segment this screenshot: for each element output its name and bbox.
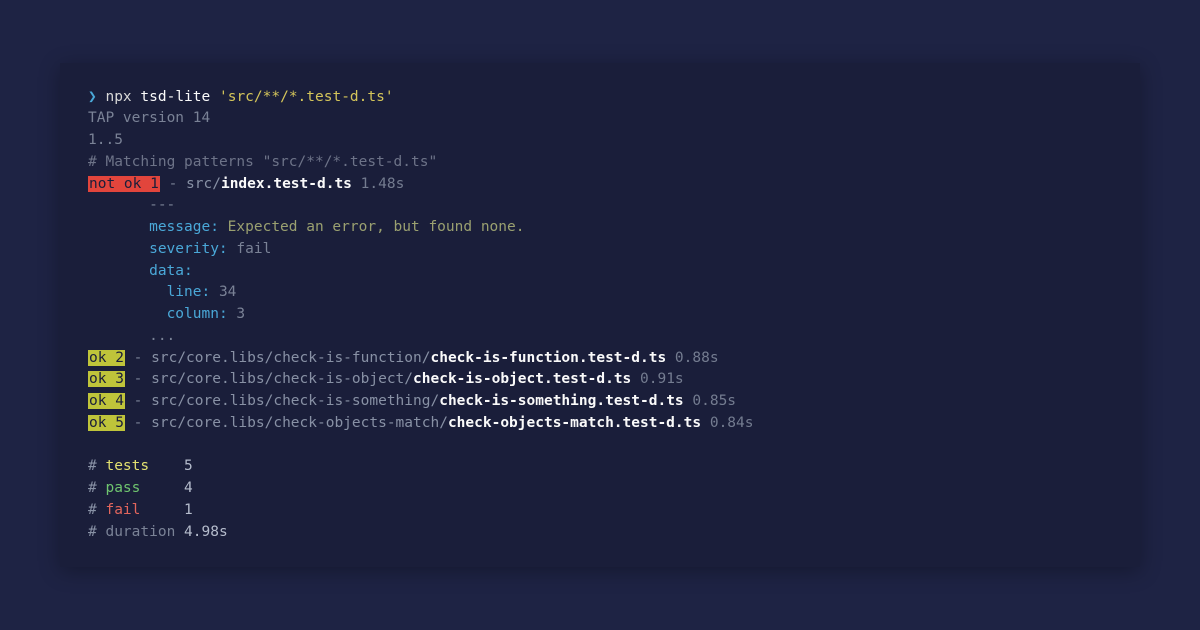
fail-value: 1 xyxy=(184,502,193,518)
yaml-dashes-bot: ... xyxy=(88,326,1112,348)
pass-result-line: ok 5 - src/core.libs/check-objects-match… xyxy=(88,413,1112,435)
fail-label: fail xyxy=(105,502,140,518)
ok-badge: ok 2 xyxy=(88,350,125,366)
cmd-bin: tsd-lite xyxy=(140,89,210,105)
prompt-char: ❯ xyxy=(88,89,97,105)
path-file: check-is-function.test-d.ts xyxy=(430,350,666,366)
summary-duration: # duration 4.98s xyxy=(88,522,1112,544)
timing: 1.48s xyxy=(352,176,404,192)
ok-badge: ok 4 xyxy=(88,393,125,409)
error-severity: severity: fail xyxy=(88,239,1112,261)
path-file: check-is-something.test-d.ts xyxy=(439,393,683,409)
path-prefix: src/core.libs/check-objects-match/ xyxy=(151,415,448,431)
separator: - xyxy=(125,371,151,387)
pass-value: 4 xyxy=(184,480,193,496)
path-file: check-objects-match.test-d.ts xyxy=(448,415,701,431)
blank-line xyxy=(88,435,1112,457)
tap-version: TAP version 14 xyxy=(88,108,1112,130)
spacer xyxy=(149,458,184,474)
path-prefix: src/ xyxy=(186,176,221,192)
pass-label: pass xyxy=(105,480,140,496)
pass-result-line: ok 4 - src/core.libs/check-is-something/… xyxy=(88,391,1112,413)
error-data: data: xyxy=(88,261,1112,283)
hash: # xyxy=(88,524,105,540)
data-key: data: xyxy=(149,263,193,279)
hash: # xyxy=(88,502,105,518)
pass-result-line: ok 2 - src/core.libs/check-is-function/c… xyxy=(88,348,1112,370)
pass-result-line: ok 3 - src/core.libs/check-is-object/che… xyxy=(88,369,1112,391)
tests-label: tests xyxy=(105,458,149,474)
terminal-window[interactable]: ❯ npx tsd-lite 'src/**/*.test-d.ts' TAP … xyxy=(60,63,1140,568)
timing: 0.91s xyxy=(631,371,683,387)
command-line: ❯ npx tsd-lite 'src/**/*.test-d.ts' xyxy=(88,87,1112,109)
duration-value: 4.98s xyxy=(184,524,228,540)
line-value: 34 xyxy=(210,284,236,300)
separator: - xyxy=(125,393,151,409)
error-message: message: Expected an error, but found no… xyxy=(88,217,1112,239)
tap-plan: 1..5 xyxy=(88,130,1112,152)
spacer xyxy=(140,502,184,518)
severity-value: fail xyxy=(228,241,272,257)
separator: - xyxy=(125,350,151,366)
yaml-dashes-top: --- xyxy=(88,195,1112,217)
tests-value: 5 xyxy=(184,458,193,474)
cmd-runner: npx xyxy=(105,89,131,105)
spacer xyxy=(175,524,184,540)
separator: - xyxy=(160,176,186,192)
summary-pass: # pass 4 xyxy=(88,478,1112,500)
summary-fail: # fail 1 xyxy=(88,500,1112,522)
error-column: column: 3 xyxy=(88,304,1112,326)
path-file: check-is-object.test-d.ts xyxy=(413,371,631,387)
message-value: Expected an error, but found none. xyxy=(219,219,525,235)
matching-comment: # Matching patterns "src/**/*.test-d.ts" xyxy=(88,152,1112,174)
not-ok-badge: not ok 1 xyxy=(88,176,160,192)
path-file: index.test-d.ts xyxy=(221,176,352,192)
ok-badge: ok 3 xyxy=(88,371,125,387)
separator: - xyxy=(125,415,151,431)
cmd-arg: 'src/**/*.test-d.ts' xyxy=(219,89,394,105)
path-prefix: src/core.libs/check-is-object/ xyxy=(151,371,413,387)
column-value: 3 xyxy=(228,306,245,322)
summary-tests: # tests 5 xyxy=(88,456,1112,478)
hash: # xyxy=(88,458,105,474)
timing: 0.88s xyxy=(666,350,718,366)
timing: 0.85s xyxy=(684,393,736,409)
duration-label: duration xyxy=(105,524,175,540)
column-key: column: xyxy=(167,306,228,322)
hash: # xyxy=(88,480,105,496)
fail-result-line: not ok 1 - src/index.test-d.ts 1.48s xyxy=(88,174,1112,196)
ok-badge: ok 5 xyxy=(88,415,125,431)
severity-key: severity: xyxy=(149,241,228,257)
message-key: message: xyxy=(149,219,219,235)
timing: 0.84s xyxy=(701,415,753,431)
spacer xyxy=(140,480,184,496)
error-line: line: 34 xyxy=(88,282,1112,304)
line-key: line: xyxy=(167,284,211,300)
path-prefix: src/core.libs/check-is-something/ xyxy=(151,393,439,409)
path-prefix: src/core.libs/check-is-function/ xyxy=(151,350,430,366)
